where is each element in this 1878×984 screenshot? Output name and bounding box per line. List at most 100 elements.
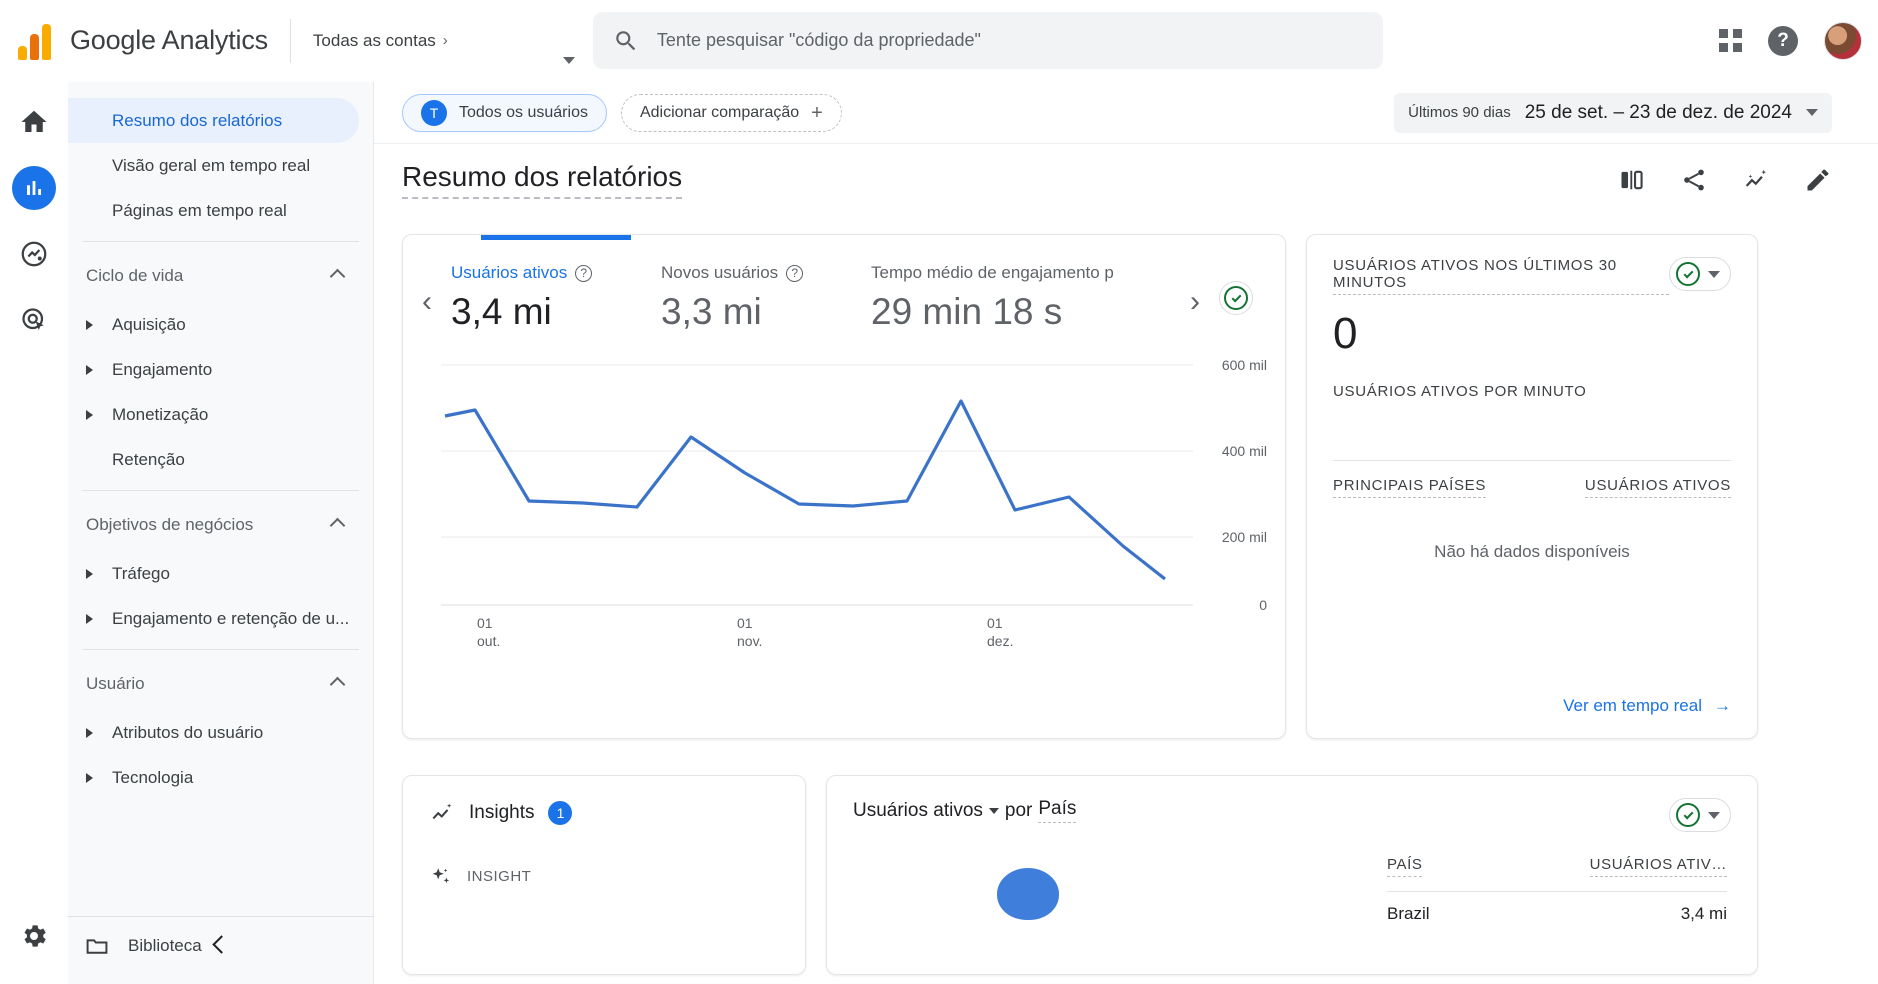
metric-novos-usuarios[interactable]: Novos usuários ? 3,3 mi: [661, 263, 871, 333]
check-circle-icon: [1676, 262, 1700, 286]
country-card-dimension[interactable]: País: [1038, 798, 1077, 823]
divider: [82, 241, 359, 242]
overview-card: ‹ Usuários ativos ? 3,4 mi Novos usuário…: [402, 234, 1286, 739]
country-card: Usuários ativos por País PAÍS USUÁRIOS A…: [826, 775, 1758, 975]
metrics-prev-button[interactable]: ‹: [403, 263, 451, 319]
x-tick-month: dez.: [987, 632, 1014, 649]
sidebar-item-engajamento[interactable]: Engajamento: [68, 347, 373, 392]
insights-icon[interactable]: [1742, 166, 1770, 194]
help-icon[interactable]: ?: [786, 264, 804, 282]
chart-svg: [441, 364, 1193, 606]
google-analytics-logo-icon: [18, 22, 58, 60]
metric-tempo-medio-engajamento[interactable]: Tempo médio de engajamento p 29 min 18 s: [871, 263, 1171, 333]
country-quality-badge[interactable]: [1669, 798, 1731, 832]
help-icon[interactable]: ?: [1768, 25, 1798, 56]
chevron-down-icon[interactable]: [988, 807, 999, 814]
chevron-down-icon[interactable]: [1708, 811, 1720, 819]
sidebar-item-label: Engajamento e retenção de u...: [112, 608, 350, 628]
y-tick-600mil: 600 mil: [1221, 357, 1267, 373]
chevron-right-icon: ›: [442, 32, 448, 49]
view-realtime-link[interactable]: Ver em tempo real →: [1563, 696, 1731, 716]
chevron-down-icon[interactable]: [1806, 109, 1818, 116]
country-table: PAÍS USUÁRIOS ATIV… Brazil 3,4 mi: [1387, 856, 1727, 924]
sidebar-item-engajamento-e-retencao[interactable]: Engajamento e retenção de u...: [68, 596, 373, 641]
sidebar-nav: Resumo dos relatórios Visão geral em tem…: [68, 82, 374, 984]
sidebar-item-retencao[interactable]: Retenção: [68, 437, 373, 482]
share-icon[interactable]: [1680, 166, 1708, 194]
view-realtime-label: Ver em tempo real: [1563, 696, 1702, 715]
chevron-down-icon[interactable]: [562, 56, 575, 64]
realtime-active-users-value: 0: [1333, 309, 1358, 358]
metrics-next-button[interactable]: ›: [1171, 263, 1219, 319]
metric-label: Novos usuários: [661, 263, 779, 282]
page-title: Resumo dos relatórios: [402, 161, 683, 199]
advertising-icon[interactable]: [12, 298, 56, 342]
sidebar-item-atributos-do-usuario[interactable]: Atributos do usuário: [68, 710, 373, 755]
sidebar-group-label: Objetivos de negócios: [86, 515, 254, 534]
sidebar-item-trafego[interactable]: Tráfego: [68, 551, 373, 596]
brand-title: Google Analytics: [70, 25, 268, 55]
divider: [82, 649, 359, 650]
insights-icon: [432, 803, 452, 820]
chevron-up-icon[interactable]: [329, 268, 346, 284]
divider: [1333, 460, 1731, 461]
expand-arrow-icon: [86, 772, 93, 783]
sidebar-item-visao-geral-em-tempo-real[interactable]: Visão geral em tempo real: [68, 143, 373, 188]
sidebar-collapse-button[interactable]: [68, 916, 374, 972]
expand-arrow-icon: [86, 568, 93, 579]
sidebar-group-ciclo-de-vida[interactable]: Ciclo de vida: [68, 250, 373, 302]
sidebar-item-tecnologia[interactable]: Tecnologia: [68, 755, 373, 800]
icon-rail: [0, 82, 68, 984]
help-icon[interactable]: ?: [575, 264, 593, 282]
reports-icon[interactable]: [12, 166, 56, 210]
add-comparison-button[interactable]: Adicionar comparação +: [620, 93, 842, 132]
sidebar-item-paginas-em-tempo-real[interactable]: Páginas em tempo real: [68, 188, 373, 233]
date-range-selector[interactable]: Últimos 90 dias 25 de set. – 23 de dez. …: [1394, 92, 1832, 133]
sidebar-item-label: Retenção: [112, 449, 185, 469]
data-quality-badge[interactable]: [1219, 281, 1253, 315]
y-tick-0: 0: [1259, 597, 1267, 613]
chevron-up-icon[interactable]: [329, 676, 346, 692]
compare-view-icon[interactable]: [1618, 166, 1646, 194]
chevron-up-icon[interactable]: [329, 517, 346, 533]
edit-pencil-icon[interactable]: [1804, 166, 1832, 194]
cards-row-top: ‹ Usuários ativos ? 3,4 mi Novos usuário…: [374, 216, 1878, 739]
explore-icon[interactable]: [12, 232, 56, 276]
sidebar-item-resumo-dos-relatorios[interactable]: Resumo dos relatórios: [68, 98, 359, 143]
sidebar-item-monetizacao[interactable]: Monetização: [68, 392, 373, 437]
country-card-metric[interactable]: Usuários ativos: [853, 800, 983, 822]
metric-value: 3,3 mi: [661, 291, 762, 332]
insights-title: Insights: [469, 802, 535, 823]
realtime-quality-badge[interactable]: [1669, 257, 1731, 291]
home-icon[interactable]: [12, 100, 56, 144]
country-col-users[interactable]: USUÁRIOS ATIV…: [1589, 856, 1727, 877]
sidebar-group-usuario[interactable]: Usuário: [68, 658, 373, 710]
search-icon: [616, 30, 636, 50]
realtime-title: USUÁRIOS ATIVOS NOS ÚLTIMOS 30 MINUTOS: [1333, 257, 1669, 295]
sidebar-group-objetivos-de-negocios[interactable]: Objetivos de negócios: [68, 499, 373, 551]
sidebar-item-aquisicao[interactable]: Aquisição: [68, 302, 373, 347]
apps-grid-icon[interactable]: [1719, 29, 1742, 52]
sparkle-icon: [432, 868, 450, 884]
realtime-col-users[interactable]: USUÁRIOS ATIVOS: [1584, 477, 1731, 498]
sidebar-item-label: Atributos do usuário: [112, 722, 264, 742]
page-title-row: Resumo dos relatórios: [374, 144, 1878, 216]
chip-label: Todos os usuários: [459, 103, 588, 121]
y-tick-200mil: 200 mil: [1221, 529, 1267, 545]
divider: [82, 490, 359, 491]
country-col-country[interactable]: PAÍS: [1387, 856, 1423, 877]
avatar[interactable]: [1824, 21, 1862, 60]
all-users-chip[interactable]: T Todos os usuários: [402, 93, 607, 132]
search-input[interactable]: Tente pesquisar "código da propriedade": [592, 12, 1383, 69]
table-row[interactable]: Brazil 3,4 mi: [1387, 904, 1727, 924]
account-selector[interactable]: Todas as contas ›: [313, 31, 583, 64]
country-card-mid: por: [1004, 799, 1033, 821]
check-circle-icon: [1224, 286, 1248, 310]
metric-usuarios-ativos[interactable]: Usuários ativos ? 3,4 mi: [451, 263, 661, 333]
gear-icon[interactable]: [12, 914, 56, 958]
chevron-down-icon[interactable]: [1708, 270, 1720, 278]
date-range-preset: Últimos 90 dias: [1408, 104, 1511, 121]
world-map-visual: [997, 868, 1059, 920]
realtime-col-country[interactable]: PRINCIPAIS PAÍSES: [1333, 477, 1487, 498]
sidebar-item-label: Tráfego: [112, 563, 170, 583]
